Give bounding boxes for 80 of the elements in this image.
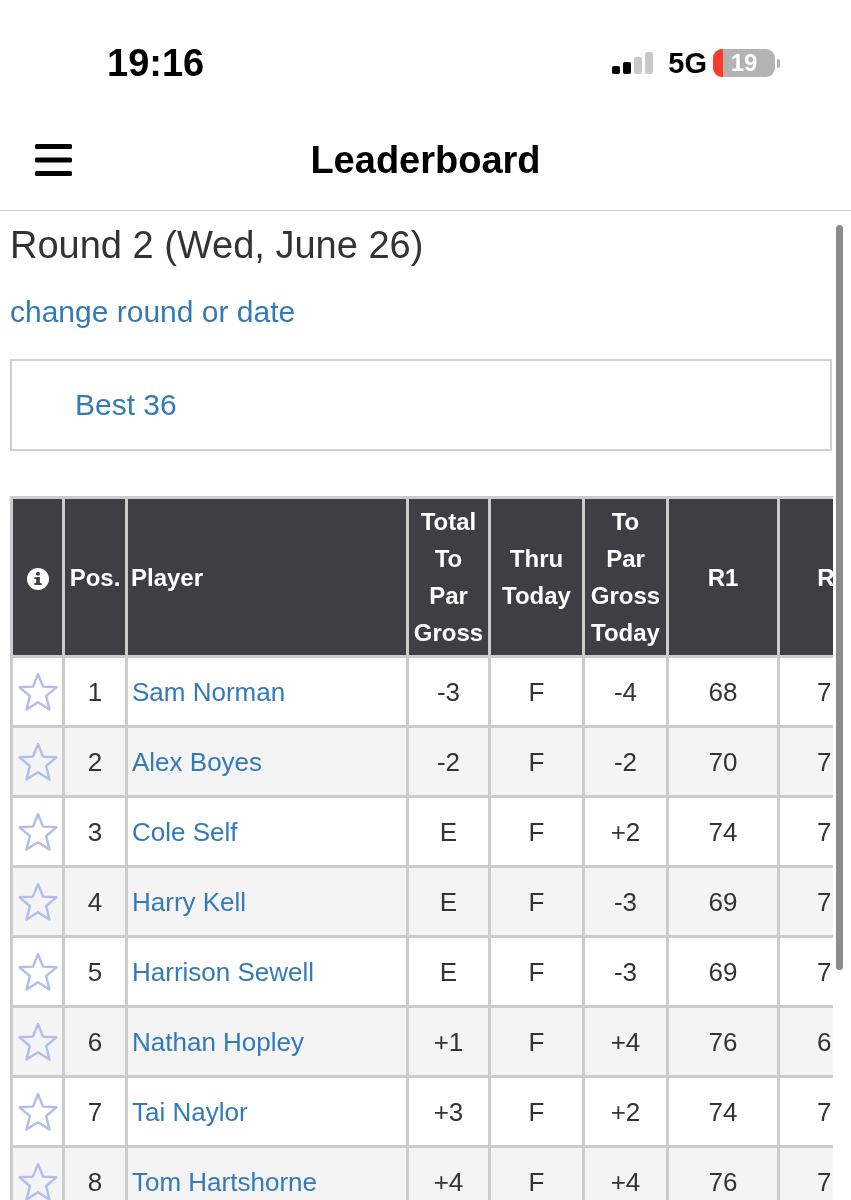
player-name-link[interactable]: Alex Boyes: [132, 746, 263, 777]
table-cell: 7: [778, 1146, 833, 1200]
filter-link[interactable]: Best 36: [75, 387, 177, 423]
table-cell: +4: [407, 1146, 490, 1200]
table-cell: 74: [667, 1076, 779, 1147]
table-cell: 6: [63, 1006, 127, 1077]
round-title: Round 2 (Wed, June 26): [10, 225, 425, 265]
column-header: R1: [667, 497, 779, 657]
star-icon[interactable]: [16, 741, 59, 782]
star-icon[interactable]: [16, 1091, 59, 1132]
change-round-link[interactable]: change round or date: [10, 294, 296, 330]
table-cell: 6: [778, 1006, 833, 1077]
player-name-link[interactable]: Tom Hartshorne: [132, 1166, 317, 1197]
table-cell: 1: [63, 656, 127, 727]
table-cell: 7: [778, 796, 833, 867]
table-cell: F: [489, 656, 584, 727]
table-cell: F: [489, 1146, 584, 1200]
info-icon[interactable]: [26, 568, 49, 591]
table-cell: +1: [407, 1006, 490, 1077]
player-name-link[interactable]: Cole Self: [132, 816, 238, 847]
table-cell: 76: [667, 1146, 779, 1200]
table-cell: 8: [63, 1146, 127, 1200]
table-cell: 76: [667, 1006, 779, 1077]
table-cell: F: [489, 1076, 584, 1147]
star-icon[interactable]: [16, 951, 59, 992]
table-cell: F: [489, 936, 584, 1007]
table-cell: 70: [667, 726, 779, 797]
column-header: Player: [126, 497, 408, 657]
battery-indicator: 19: [713, 49, 780, 77]
star-icon[interactable]: [16, 881, 59, 922]
status-time: 19:16: [107, 44, 205, 82]
table-cell: 7: [778, 866, 833, 937]
player-name-link[interactable]: Nathan Hopley: [132, 1026, 304, 1057]
table-cell: E: [407, 936, 490, 1007]
table-cell: 5: [63, 936, 127, 1007]
table-cell: -2: [583, 726, 668, 797]
star-icon[interactable]: [16, 1161, 59, 1200]
table-cell: 7: [778, 656, 833, 727]
table-cell: +4: [583, 1006, 668, 1077]
table-cell: 7: [778, 936, 833, 1007]
player-name-link[interactable]: Sam Norman: [132, 676, 286, 707]
table-cell: -3: [583, 866, 668, 937]
player-name-link[interactable]: Tai Naylor: [132, 1096, 248, 1127]
table-cell: -2: [407, 726, 490, 797]
column-header: To Par Gross Today: [583, 497, 668, 657]
table-cell: +3: [407, 1076, 490, 1147]
column-header: Pos.: [63, 497, 127, 657]
table-cell: F: [489, 1006, 584, 1077]
table-cell: -4: [583, 656, 668, 727]
page-title: Leaderboard: [310, 141, 541, 179]
menu-icon[interactable]: [35, 144, 72, 176]
star-icon[interactable]: [16, 1021, 59, 1062]
table-cell: 69: [667, 866, 779, 937]
table-cell: 68: [667, 656, 779, 727]
table-cell: 7: [63, 1076, 127, 1147]
star-icon[interactable]: [16, 811, 59, 852]
star-icon[interactable]: [16, 671, 59, 712]
table-cell: F: [489, 796, 584, 867]
table-cell: -3: [583, 936, 668, 1007]
table-cell: 7: [778, 1076, 833, 1147]
table-cell: 2: [63, 726, 127, 797]
signal-icon: [612, 52, 654, 74]
table-cell: +2: [583, 1076, 668, 1147]
table-cell: +4: [583, 1146, 668, 1200]
table-cell: 4: [63, 866, 127, 937]
player-name-link[interactable]: Harrison Sewell: [132, 956, 315, 987]
table-cell: E: [407, 796, 490, 867]
player-name-link[interactable]: Harry Kell: [132, 886, 247, 917]
table-cell: 74: [667, 796, 779, 867]
table-cell: +2: [583, 796, 668, 867]
table-cell: F: [489, 726, 584, 797]
table-cell: -3: [407, 656, 490, 727]
table-cell: F: [489, 866, 584, 937]
table-cell: E: [407, 866, 490, 937]
column-header: Total To Par Gross: [407, 497, 490, 657]
table-cell: 7: [778, 726, 833, 797]
table-cell: 69: [667, 936, 779, 1007]
column-header: Thru Today: [489, 497, 584, 657]
network-label: 5G: [668, 48, 707, 78]
table-cell: 3: [63, 796, 127, 867]
